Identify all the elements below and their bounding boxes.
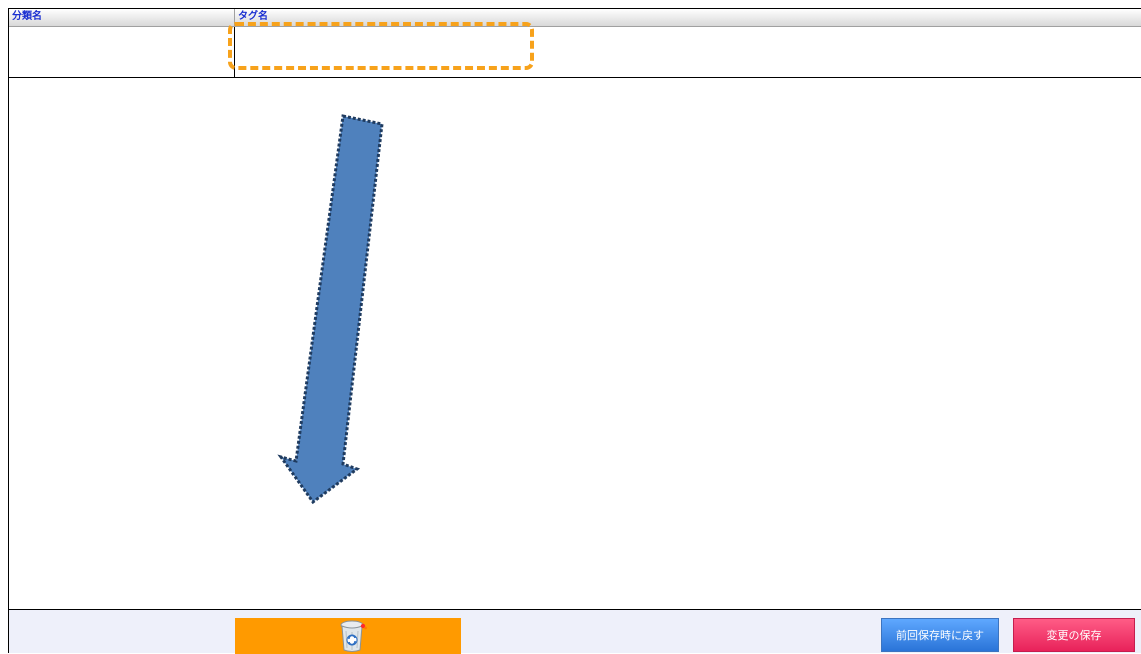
footer-toolbar: 前回保存時に戻す 変更の保存 (8, 609, 1141, 654)
tag-cell-highlight (228, 22, 534, 70)
delete-button[interactable] (235, 618, 461, 654)
column-header-category[interactable]: 分類名 (9, 9, 235, 26)
revert-to-last-saved-button[interactable]: 前回保存時に戻す (881, 618, 999, 652)
save-changes-button[interactable]: 変更の保存 (1013, 618, 1135, 652)
trash-bin-recycle-icon (340, 620, 367, 652)
tag-table-panel: 分類名 タグ名 (8, 8, 1141, 653)
table-header: 分類名 タグ名 (9, 9, 1141, 27)
category-cell[interactable] (9, 27, 235, 77)
table-row[interactable] (9, 27, 1141, 78)
